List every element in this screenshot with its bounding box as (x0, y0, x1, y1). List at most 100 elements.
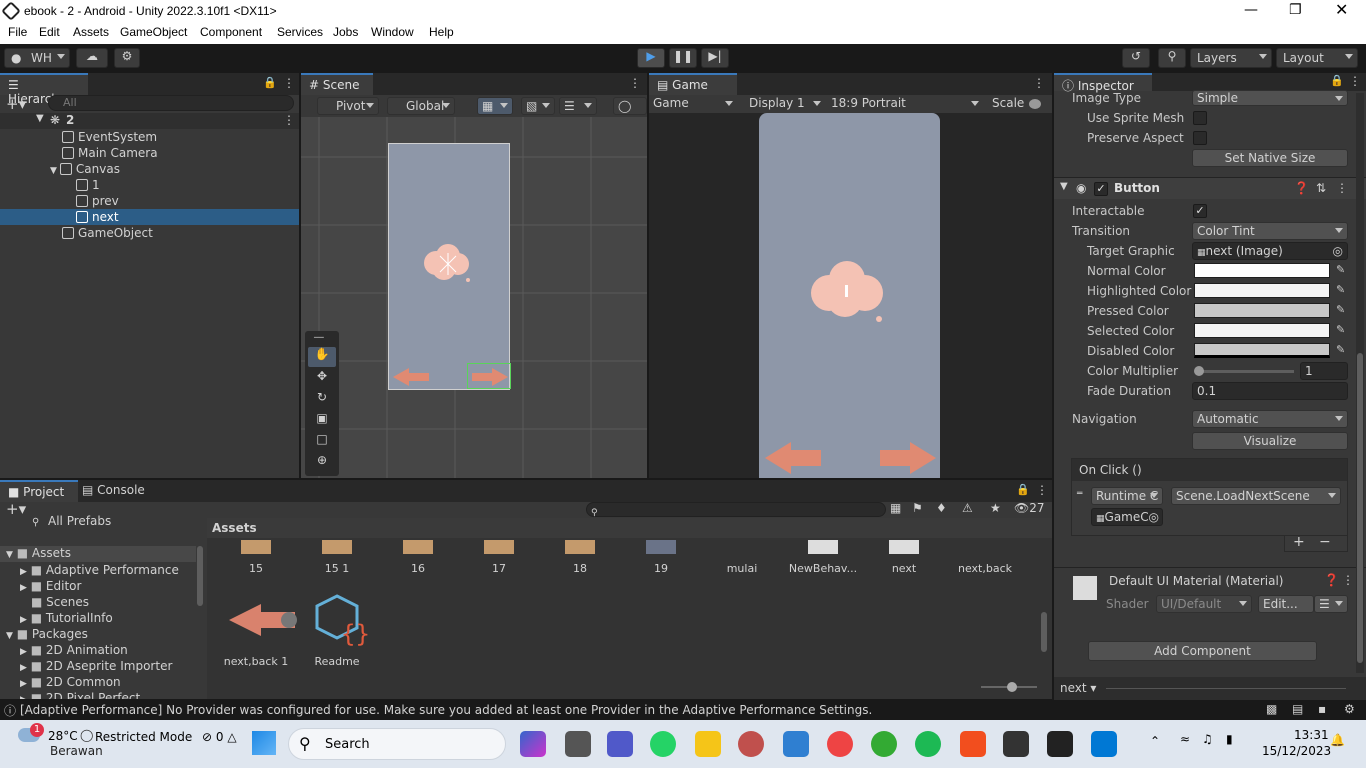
tree-item[interactable]: ▶ ■ 2D Animation (20, 642, 128, 658)
more-icon[interactable]: ⋮ (283, 76, 295, 90)
unity-hub-icon[interactable] (1003, 731, 1029, 757)
scale-slider[interactable] (1029, 99, 1041, 109)
cache-icon[interactable]: ▤ (1292, 702, 1303, 716)
asset-item[interactable]: Readme (297, 655, 377, 668)
hierarchy-search-input[interactable]: All (48, 95, 294, 111)
remove-listener-button[interactable]: − (1319, 534, 1331, 550)
shader-dropdown[interactable]: UI/Default (1156, 595, 1252, 613)
tab-hierarchy[interactable]: ☰ Hierarchy (0, 73, 88, 106)
more-icon[interactable]: ⋮ (629, 76, 641, 90)
collapse-arrow-icon[interactable]: ▼ (1060, 181, 1068, 192)
runtime-dropdown[interactable]: Runtime C (1091, 487, 1163, 505)
asset-item[interactable]: next (864, 562, 944, 575)
global-dropdown[interactable]: Global (387, 97, 455, 115)
restricted-mode[interactable]: Restricted Mode (95, 730, 192, 744)
network-icon[interactable]: ▪ (1318, 702, 1326, 716)
color-multiplier-slider[interactable] (1194, 366, 1294, 376)
hierarchy-item[interactable]: GameObject (62, 225, 153, 241)
component-enabled-checkbox[interactable]: ✓ (1094, 182, 1108, 196)
scene-next-arrow[interactable] (468, 366, 512, 388)
warning-filter-icon[interactable]: ⚠ (962, 501, 973, 515)
aspect-dropdown[interactable]: 18:9 Portrait (831, 96, 983, 112)
selected-color-swatch[interactable] (1194, 323, 1330, 338)
scene-prev-arrow[interactable] (389, 366, 433, 388)
spotify-icon[interactable] (915, 731, 941, 757)
asset-item[interactable]: 18 (540, 562, 620, 575)
filter-label-icon[interactable]: ⚑ (912, 501, 923, 515)
scene-cloud-image[interactable] (416, 238, 476, 283)
wifi-icon[interactable]: ≈ (1180, 732, 1190, 746)
eyedropper-icon[interactable]: ✎ (1336, 323, 1350, 337)
transition-dropdown[interactable]: Color Tint (1192, 222, 1348, 240)
hierarchy-item[interactable]: prev (76, 193, 119, 209)
menu-file[interactable]: File (8, 25, 27, 39)
minimize-button[interactable]: — (1244, 2, 1258, 18)
normal-color-swatch[interactable] (1194, 263, 1330, 278)
hierarchy-item[interactable]: ▼ Canvas (50, 161, 120, 177)
hierarchy-item[interactable]: Main Camera (62, 145, 158, 161)
scale-tool[interactable]: ▣ (308, 411, 336, 431)
more-icon[interactable]: ⋮ (1336, 181, 1348, 195)
set-native-size-button[interactable]: Set Native Size (1192, 149, 1348, 167)
game-cloud-image[interactable] (799, 253, 899, 325)
asset-item[interactable]: 19 (621, 562, 701, 575)
more-icon[interactable]: ⋮ (1349, 74, 1361, 88)
target-object-field[interactable]: ▦GameC ◎ (1091, 508, 1163, 526)
collab-button[interactable]: ⚙ (114, 48, 140, 68)
add-button[interactable]: +▾ (6, 95, 26, 113)
pressed-color-swatch[interactable] (1194, 303, 1330, 318)
favorite-icon[interactable]: ★ (990, 501, 1001, 515)
shader-options-button[interactable]: ☰ (1314, 595, 1348, 613)
volume-icon[interactable]: ♫ (1202, 732, 1213, 746)
highlighted-color-swatch[interactable] (1194, 283, 1330, 298)
function-dropdown[interactable]: Scene.LoadNextScene (1171, 487, 1341, 505)
use-sprite-mesh-checkbox[interactable] (1193, 111, 1207, 125)
close-button[interactable]: ✕ (1335, 0, 1348, 19)
menu-window[interactable]: Window (371, 25, 414, 39)
menu-component[interactable]: Component (200, 25, 262, 39)
help-icon[interactable]: ❓ (1324, 573, 1339, 587)
scene-row[interactable]: ▼ ❋ 2 ⋮ (0, 113, 299, 129)
bell-icon[interactable]: 🔔 (1330, 733, 1345, 747)
image-type-dropdown[interactable]: Simple (1192, 90, 1348, 106)
grid-snap-button[interactable]: ▦ (477, 97, 513, 115)
battery-icon[interactable]: ▮ (1226, 732, 1233, 746)
create-button[interactable]: +▾ (6, 500, 26, 518)
preserve-aspect-checkbox[interactable] (1193, 131, 1207, 145)
breadcrumb-assets[interactable]: Assets (212, 521, 257, 535)
menu-gameobject[interactable]: GameObject (120, 25, 187, 39)
menu-services[interactable]: Services (277, 25, 323, 39)
layout-dropdown[interactable]: Layout (1276, 48, 1358, 68)
whatsapp-icon[interactable] (650, 731, 676, 757)
chrome-profile-icon[interactable] (871, 731, 897, 757)
tag-icon[interactable]: ♦ (936, 501, 947, 515)
status-message[interactable]: [Adaptive Performance] No Provider was c… (20, 703, 1240, 717)
zoom-slider-handle[interactable] (1007, 682, 1017, 692)
clock-date[interactable]: 15/12/2023 (1262, 744, 1331, 758)
game-mode-dropdown[interactable]: Game (653, 96, 737, 112)
eyedropper-icon[interactable]: ✎ (1336, 283, 1350, 297)
drag-handle-icon[interactable]: ═ (1077, 489, 1082, 499)
transform-tool[interactable]: ⊕ (308, 453, 336, 473)
clock-time[interactable]: 13:31 (1294, 728, 1329, 742)
expand-arrow-icon[interactable]: ▼ (36, 113, 44, 124)
lock-icon[interactable]: 🔒 (1016, 483, 1030, 496)
asset-item[interactable]: 16 (378, 562, 458, 575)
search-button[interactable]: ⚲ (1158, 48, 1186, 68)
taskbar-search[interactable]: ⚲ Search (288, 728, 506, 760)
tree-item[interactable]: ▶ ■ Editor (20, 578, 81, 594)
edit-shader-button[interactable]: Edit... (1258, 595, 1314, 613)
asset-item[interactable]: 15 (216, 562, 296, 575)
hierarchy-item[interactable]: EventSystem (62, 129, 157, 145)
move-tool[interactable]: ✥ (308, 369, 336, 389)
add-component-button[interactable]: Add Component (1088, 641, 1317, 661)
unity-editor-icon[interactable] (1047, 731, 1073, 757)
game-app-icon[interactable] (738, 731, 764, 757)
asset-item[interactable]: mulai (702, 562, 782, 575)
tab-scene[interactable]: # Scene (301, 73, 373, 95)
explorer-icon[interactable] (695, 731, 721, 757)
hand-tool[interactable]: ✋ (308, 347, 336, 367)
tree-item[interactable]: ▶ ■ 2D Pixel Perfect (20, 690, 140, 699)
more-icon[interactable]: ⋮ (1033, 76, 1045, 90)
asset-item[interactable]: NewBehav... (783, 562, 863, 575)
